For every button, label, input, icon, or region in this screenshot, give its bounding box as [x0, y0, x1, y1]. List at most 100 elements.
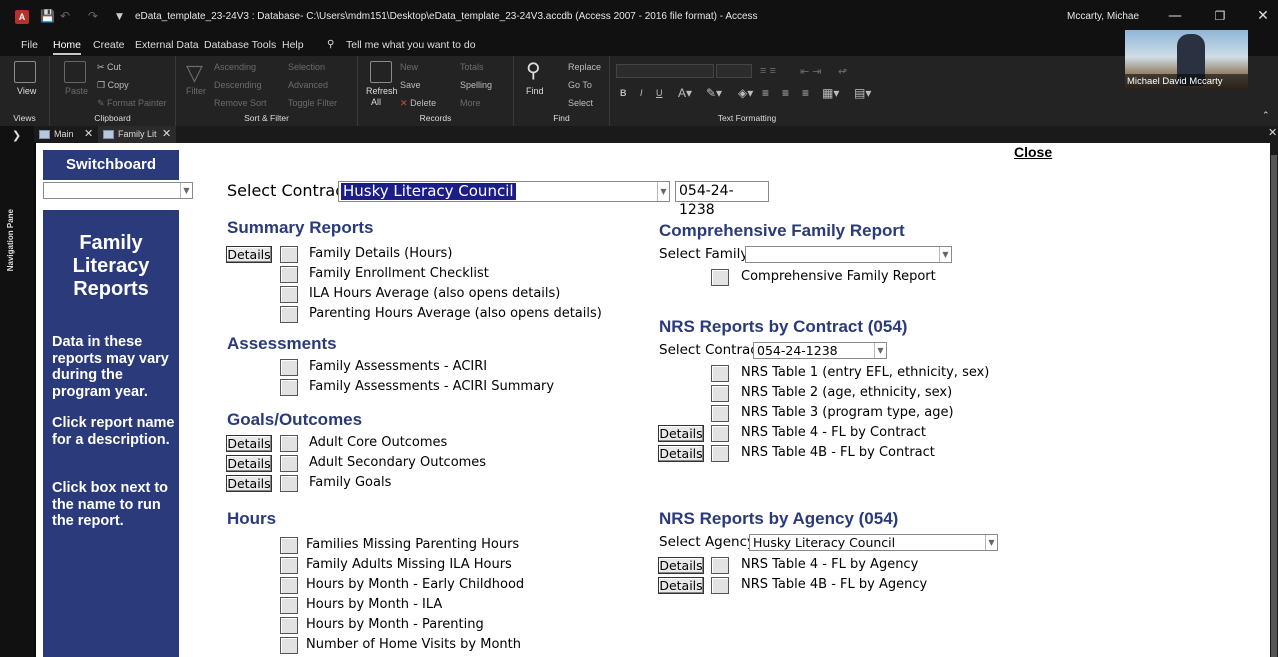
menu-database-tools[interactable]: Database Tools: [204, 39, 276, 51]
bold-button[interactable]: B: [620, 88, 627, 98]
bullets-icon[interactable]: ≡ ≡: [760, 65, 776, 77]
report-checkbox[interactable]: [280, 246, 298, 263]
report-checkbox[interactable]: [280, 379, 298, 396]
report-link[interactable]: Family Details (Hours): [309, 246, 452, 261]
report-checkbox[interactable]: [280, 435, 298, 452]
close-form-button[interactable]: Close: [1014, 144, 1052, 160]
close-tab-icon[interactable]: ✕: [84, 126, 93, 142]
details-button[interactable]: Details: [658, 425, 704, 442]
highlight-icon[interactable]: ✎▾: [706, 86, 722, 100]
report-link[interactable]: Number of Home Visits by Month: [306, 637, 521, 652]
save-icon[interactable]: 💾: [40, 9, 55, 23]
minimize-icon[interactable]: —: [1160, 6, 1190, 26]
report-checkbox[interactable]: [280, 537, 298, 554]
report-checkbox[interactable]: [280, 455, 298, 472]
report-link[interactable]: NRS Table 4 - FL by Contract: [741, 425, 926, 440]
report-checkbox[interactable]: [280, 266, 298, 283]
close-document-icon[interactable]: ✕: [1268, 126, 1277, 139]
find-button[interactable]: Find: [526, 86, 544, 96]
report-link[interactable]: Comprehensive Family Report: [741, 269, 936, 284]
toggle-filter-button[interactable]: Toggle Filter: [288, 98, 337, 108]
report-checkbox[interactable]: [711, 445, 729, 462]
fill-color-icon[interactable]: ◈▾: [738, 86, 753, 100]
scrollbar-thumb[interactable]: [1271, 155, 1277, 657]
totals-button[interactable]: Totals: [460, 62, 484, 72]
report-link[interactable]: Family Assessments - ACIRI Summary: [309, 379, 554, 394]
close-window-icon[interactable]: ✕: [1248, 6, 1278, 26]
report-link[interactable]: Hours by Month - Parenting: [306, 617, 484, 632]
paste-button[interactable]: Paste: [65, 86, 88, 96]
menu-create[interactable]: Create: [93, 39, 125, 51]
details-button[interactable]: Details: [226, 475, 272, 492]
report-link[interactable]: NRS Table 4B - FL by Agency: [741, 577, 927, 592]
report-link[interactable]: Family Enrollment Checklist: [309, 266, 489, 281]
italic-button[interactable]: I: [640, 88, 643, 98]
report-checkbox[interactable]: [280, 359, 298, 376]
report-link[interactable]: Adult Core Outcomes: [309, 435, 447, 450]
details-button[interactable]: Details: [658, 577, 704, 594]
report-link[interactable]: Hours by Month - Early Childhood: [306, 577, 524, 592]
report-checkbox[interactable]: [280, 306, 298, 323]
chevron-down-icon[interactable]: ▼: [657, 182, 669, 201]
details-button[interactable]: Details: [226, 435, 272, 452]
report-link[interactable]: NRS Table 4 - FL by Agency: [741, 557, 918, 572]
report-link[interactable]: Family Goals: [309, 475, 391, 490]
collapse-ribbon-icon[interactable]: ⌃: [1262, 110, 1270, 121]
report-checkbox[interactable]: [280, 637, 298, 654]
align-right-icon[interactable]: ≡: [802, 86, 809, 100]
font-name-combo[interactable]: [616, 64, 714, 78]
report-checkbox[interactable]: [711, 557, 729, 574]
select-contract-combo[interactable]: Husky Literacy Council ▼: [338, 181, 670, 202]
report-checkbox[interactable]: [711, 385, 729, 402]
select-button[interactable]: Select: [568, 98, 593, 108]
chevron-down-icon[interactable]: ▼: [874, 343, 886, 358]
underline-button[interactable]: U: [656, 88, 663, 98]
report-link[interactable]: Hours by Month - ILA: [306, 597, 442, 612]
cut-button[interactable]: ✂ Cut: [97, 62, 121, 73]
report-checkbox[interactable]: [280, 286, 298, 303]
account-name[interactable]: Mccarty, Michae: [1067, 11, 1139, 22]
report-checkbox[interactable]: [280, 557, 298, 574]
copy-button[interactable]: ❐ Copy: [97, 80, 129, 91]
nrs-select-contract-combo[interactable]: 054-24-1238 ▼: [753, 342, 887, 359]
switchboard-combo[interactable]: ▼: [43, 182, 193, 199]
font-color-icon[interactable]: A▾: [678, 86, 692, 100]
report-link[interactable]: NRS Table 3 (program type, age): [741, 405, 954, 420]
align-center-icon[interactable]: ≡: [782, 86, 789, 100]
switchboard-button[interactable]: Switchboard: [43, 150, 179, 180]
report-link[interactable]: Adult Secondary Outcomes: [309, 455, 486, 470]
report-checkbox[interactable]: [711, 425, 729, 442]
chevron-down-icon[interactable]: ▼: [180, 183, 192, 198]
vertical-scrollbar[interactable]: [1270, 143, 1278, 657]
access-app-icon[interactable]: A: [15, 10, 29, 24]
save-record-button[interactable]: Save: [400, 80, 421, 90]
customize-qat-icon[interactable]: ▼: [116, 12, 123, 22]
menu-home[interactable]: Home: [53, 39, 82, 55]
new-record-button[interactable]: New: [400, 62, 418, 72]
report-link[interactable]: Family Adults Missing ILA Hours: [306, 557, 512, 572]
refresh-all-button[interactable]: Refresh: [366, 86, 398, 96]
chevron-down-icon[interactable]: ▼: [939, 247, 951, 262]
chevron-down-icon[interactable]: ▼: [985, 535, 997, 550]
report-checkbox[interactable]: [711, 269, 729, 286]
advanced-button[interactable]: Advanced: [288, 80, 328, 90]
close-tab-icon[interactable]: ✕: [162, 126, 171, 142]
font-size-combo[interactable]: [716, 64, 752, 78]
filter-button[interactable]: Filter: [186, 86, 206, 96]
report-link[interactable]: NRS Table 2 (age, ethnicity, sex): [741, 385, 952, 400]
view-button[interactable]: View: [17, 86, 36, 96]
rtl-icon[interactable]: ↫: [838, 65, 847, 78]
navigation-pane-collapsed[interactable]: ❯ Navigation Pane: [0, 126, 34, 657]
alt-row-color-icon[interactable]: ▤▾: [854, 86, 871, 100]
menu-help[interactable]: Help: [282, 39, 304, 51]
tab-family-lit[interactable]: Family Lit ✕: [98, 126, 176, 143]
redo-icon[interactable]: ↷: [88, 9, 98, 23]
delete-record-button[interactable]: ✕ Delete: [400, 98, 436, 109]
report-checkbox[interactable]: [711, 405, 729, 422]
expand-nav-icon[interactable]: ❯: [12, 129, 21, 142]
ascending-button[interactable]: Ascending: [214, 62, 256, 72]
gridlines-icon[interactable]: ▦▾: [822, 86, 839, 100]
spelling-button[interactable]: Spelling: [460, 80, 492, 90]
report-checkbox[interactable]: [711, 365, 729, 382]
remove-sort-button[interactable]: Remove Sort: [214, 98, 267, 108]
